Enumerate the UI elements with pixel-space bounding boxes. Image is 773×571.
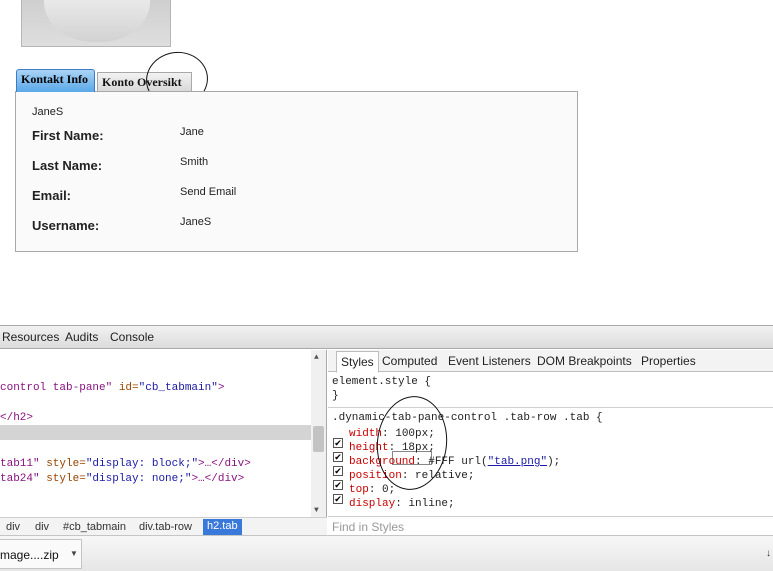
- breadcrumb-div-2[interactable]: div: [35, 521, 49, 533]
- prop-value[interactable]: #FFF url(: [428, 456, 487, 468]
- download-bar: mage....zip ▼ ↓: [0, 535, 773, 571]
- css-prop-height[interactable]: height: 18px;: [349, 442, 435, 454]
- scroll-thumb[interactable]: [313, 426, 324, 452]
- element-style-open[interactable]: element.style {: [332, 376, 431, 388]
- prop-value[interactable]: 0;: [382, 484, 395, 496]
- username-label: Username:: [32, 218, 100, 233]
- dom-line-tab-pane[interactable]: control tab-pane" id="cb_tabmain">: [0, 382, 224, 394]
- dom-line-end: >: [217, 382, 225, 394]
- dom-line-tab11[interactable]: tab11" style="display: block;">…</div>: [0, 458, 251, 470]
- checkbox-background[interactable]: ✔: [333, 452, 343, 462]
- checkbox-display[interactable]: ✔: [333, 494, 343, 504]
- selected-node-highlight: [0, 425, 311, 440]
- prop-name: display: [349, 498, 396, 510]
- avatar-silhouette: [44, 0, 150, 42]
- email-label: Email:: [32, 188, 72, 203]
- toolbar-console[interactable]: Console: [110, 330, 154, 344]
- devtools-panel: Resources Audits Console control tab-pan…: [0, 325, 773, 536]
- css-prop-top[interactable]: top: 0;: [349, 484, 395, 496]
- dom-breadcrumb: div div #cb_tabmain div.tab-row h2.tab: [0, 517, 327, 536]
- css-prop-position[interactable]: position: relative;: [349, 470, 474, 482]
- download-file-name[interactable]: mage....zip: [0, 548, 59, 562]
- breadcrumb-div-1[interactable]: div: [6, 521, 20, 533]
- dom-line-value: "cb_tabmain": [138, 382, 218, 394]
- email-row: Email: Send Email: [32, 186, 552, 208]
- breadcrumb-div-tab-row[interactable]: div.tab-row: [139, 521, 192, 533]
- prop-value[interactable]: 18px;: [402, 442, 435, 454]
- first-name-row: First Name: Jane: [32, 126, 552, 148]
- css-prop-width[interactable]: width: 100px;: [349, 428, 435, 440]
- username-heading: JaneS: [32, 106, 64, 118]
- last-name-label: Last Name:: [32, 158, 103, 173]
- prop-value[interactable]: inline;: [408, 498, 454, 510]
- profile-image: [21, 0, 171, 47]
- prop-name: background: [349, 456, 416, 468]
- dom-line-attr: id=: [112, 382, 139, 394]
- prop-name: top: [349, 484, 369, 496]
- devtools-toolbar: Resources Audits Console: [0, 326, 773, 349]
- contact-info-pane: JaneS First Name: Jane Last Name: Smith …: [15, 91, 578, 252]
- dom-line-value: "display: none;": [85, 473, 192, 485]
- css-prop-background[interactable]: background: #FFF url("tab.png");: [349, 456, 560, 468]
- checkbox-top[interactable]: ✔: [333, 480, 343, 490]
- first-name-label: First Name:: [32, 128, 104, 143]
- dom-line-tag: tab24": [0, 473, 40, 485]
- prop-url-link[interactable]: "tab.png": [488, 456, 547, 468]
- username-value: JaneS: [180, 216, 212, 228]
- first-name-value: Jane: [180, 126, 204, 138]
- tab-dom-breakpoints[interactable]: DOM Breakpoints: [537, 354, 632, 368]
- tab-styles[interactable]: Styles: [336, 351, 379, 373]
- styles-subtabs: Styles Computed Event Listeners DOM Brea…: [328, 350, 773, 373]
- dom-line-tab24[interactable]: tab24" style="display: none;">…</div>: [0, 473, 244, 485]
- dom-line-attr: style=: [39, 458, 86, 470]
- last-name-row: Last Name: Smith: [32, 156, 552, 178]
- download-arrow-icon[interactable]: ↓: [766, 548, 771, 559]
- prop-value-tail: );: [547, 456, 561, 468]
- prop-value[interactable]: 100px;: [395, 428, 435, 440]
- css-selector[interactable]: .dynamic-tab-pane-control .tab-row .tab …: [332, 412, 603, 424]
- tab-computed[interactable]: Computed: [382, 354, 437, 368]
- tab-event-listeners[interactable]: Event Listeners: [448, 354, 531, 368]
- styles-divider: [328, 407, 773, 408]
- username-row: Username: JaneS: [32, 216, 552, 238]
- breadcrumb-cb-tabmain[interactable]: #cb_tabmain: [63, 521, 126, 533]
- checkbox-height[interactable]: ✔: [333, 438, 343, 448]
- dom-line-value: "display: block;": [85, 458, 199, 470]
- elements-scrollbar[interactable]: ▲ ▼: [311, 350, 326, 517]
- styles-sidebar: Styles Computed Event Listeners DOM Brea…: [328, 350, 773, 536]
- tab-properties[interactable]: Properties: [641, 354, 696, 368]
- toolbar-audits[interactable]: Audits: [65, 330, 98, 344]
- download-item[interactable]: mage....zip ▼: [0, 539, 82, 569]
- element-style-close: }: [332, 390, 339, 402]
- last-name-value: Smith: [180, 156, 209, 168]
- prop-name: width: [349, 428, 383, 440]
- dom-line-attr: style=: [39, 473, 86, 485]
- prop-value[interactable]: relative;: [415, 470, 474, 482]
- dom-line-h2-close[interactable]: </h2>: [0, 412, 33, 424]
- dropdown-arrow-icon[interactable]: ▼: [70, 549, 78, 558]
- send-email-link[interactable]: Send Email: [180, 186, 236, 198]
- scroll-up-icon[interactable]: ▲: [314, 353, 319, 362]
- elements-tree[interactable]: control tab-pane" id="cb_tabmain"> </h2>…: [0, 350, 327, 517]
- prop-name: position: [349, 470, 402, 482]
- dom-line-tag: tab11": [0, 458, 40, 470]
- tab-kontakt-info[interactable]: Kontakt Info: [16, 69, 95, 92]
- css-prop-display[interactable]: display: inline;: [349, 498, 455, 510]
- dom-line-tag: control tab-pane": [0, 382, 113, 394]
- find-in-styles-input[interactable]: Find in Styles: [328, 516, 773, 536]
- dom-line-end: >…</div>: [198, 458, 251, 470]
- prop-name: height: [349, 442, 389, 454]
- scroll-down-icon[interactable]: ▼: [314, 506, 319, 515]
- tab-konto-oversikt[interactable]: Konto Oversikt: [97, 72, 192, 91]
- checkbox-position[interactable]: ✔: [333, 466, 343, 476]
- breadcrumb-h2-tab[interactable]: h2.tab: [203, 519, 242, 535]
- dom-line-end: >…</div>: [191, 473, 245, 485]
- toolbar-resources[interactable]: Resources: [2, 330, 59, 344]
